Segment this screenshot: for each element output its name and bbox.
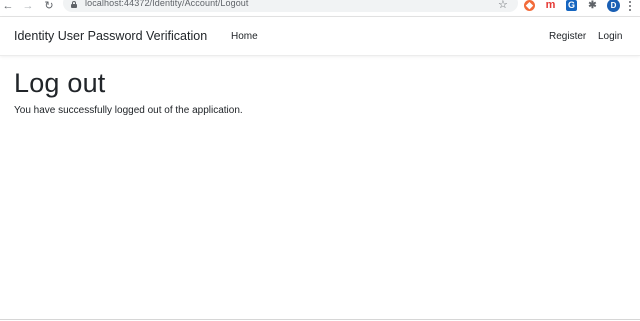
address-url[interactable]: localhost:44372/Identity/Account/Logout — [85, 0, 249, 8]
app-navbar: Identity User Password Verification Home… — [0, 17, 640, 56]
bottom-divider — [0, 319, 640, 320]
logout-message: You have successfully logged out of the … — [14, 105, 243, 116]
nav-home-link[interactable]: Home — [231, 31, 258, 42]
brand-link[interactable]: Identity User Password Verification — [14, 29, 207, 43]
ext-m-icon[interactable]: m — [545, 0, 556, 11]
page-title: Log out — [14, 68, 106, 98]
lock-icon[interactable] — [71, 1, 77, 8]
more-menu-icon[interactable] — [628, 0, 632, 12]
forward-arrow-icon[interactable]: → — [22, 0, 34, 12]
address-bar[interactable]: localhost:44372/Identity/Account/Logout — [63, 0, 518, 12]
nav-register-link[interactable]: Register — [549, 31, 586, 42]
back-arrow-icon[interactable]: ← — [2, 0, 14, 12]
reload-icon[interactable]: ↻ — [43, 0, 55, 12]
puzzle-icon[interactable]: ✱ — [587, 0, 598, 11]
browser-toolbar: ← → ↻ localhost:44372/Identity/Account/L… — [0, 0, 640, 17]
ext-orange-icon[interactable]: ◆ — [524, 0, 535, 11]
nav-login-link[interactable]: Login — [598, 31, 622, 42]
bookmark-star-icon[interactable]: ☆ — [498, 0, 508, 11]
profile-avatar[interactable]: D — [607, 0, 620, 12]
ext-blue-icon[interactable]: G — [566, 0, 577, 11]
